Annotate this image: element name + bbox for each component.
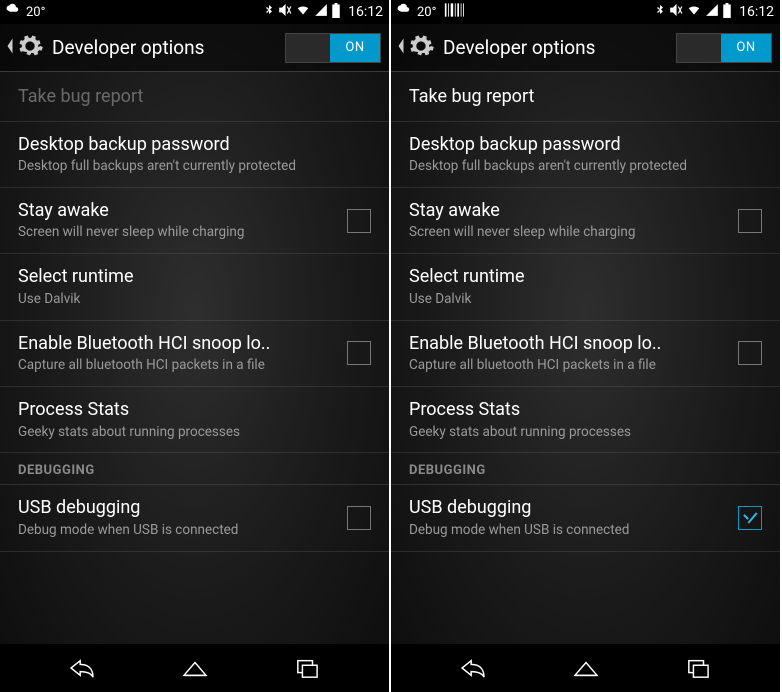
checkbox-usb-debugging[interactable] — [738, 506, 762, 530]
settings-gear-icon[interactable] — [407, 32, 435, 64]
temperature: 20° — [26, 5, 45, 20]
item-subtitle: Geeky stats about running processes — [18, 424, 371, 441]
item-title: Enable Bluetooth HCI snoop lo.. — [409, 333, 728, 356]
item-usb-debugging[interactable]: USB debugging Debug mode when USB is con… — [391, 485, 780, 551]
weather-icon — [6, 3, 20, 21]
item-process-stats[interactable]: Process Stats Geeky stats about running … — [0, 387, 389, 453]
back-icon[interactable] — [4, 36, 16, 60]
item-stay-awake[interactable]: Stay awake Screen will never sleep while… — [0, 188, 389, 254]
item-subtitle: Capture all bluetooth HCI packets in a f… — [18, 357, 337, 374]
item-subtitle: Capture all bluetooth HCI packets in a f… — [409, 357, 728, 374]
item-subtitle: Screen will never sleep while charging — [409, 224, 728, 241]
settings-list[interactable]: Take bug report Desktop backup password … — [0, 72, 389, 644]
weather-icon — [397, 3, 411, 21]
section-header-debugging: DEBUGGING — [391, 453, 780, 485]
nav-recents-button[interactable] — [277, 657, 337, 679]
item-take-bug-report[interactable]: Take bug report — [391, 74, 780, 122]
checkbox-bt-snoop[interactable] — [738, 341, 762, 365]
clock: 16:12 — [348, 4, 383, 20]
item-stay-awake[interactable]: Stay awake Screen will never sleep while… — [391, 188, 780, 254]
item-process-stats[interactable]: Process Stats Geeky stats about running … — [391, 387, 780, 453]
navigation-bar — [391, 644, 780, 692]
item-title: Desktop backup password — [409, 134, 762, 157]
checkbox-stay-awake[interactable] — [738, 209, 762, 233]
barcode-icon — [444, 3, 464, 21]
nav-back-button[interactable] — [443, 657, 503, 679]
master-toggle[interactable]: ON — [285, 33, 381, 63]
action-bar: Developer options ON — [391, 24, 780, 72]
battery-icon — [331, 3, 341, 22]
item-bluetooth-hci-snoop[interactable]: Enable Bluetooth HCI snoop lo.. Capture … — [391, 321, 780, 387]
settings-list[interactable]: Take bug report Desktop backup password … — [391, 72, 780, 644]
back-icon[interactable] — [395, 36, 407, 60]
item-title: Stay awake — [409, 200, 728, 223]
master-toggle[interactable]: ON — [676, 33, 772, 63]
settings-gear-icon[interactable] — [16, 32, 44, 64]
bluetooth-icon — [654, 3, 666, 21]
battery-icon — [722, 3, 732, 22]
item-title: USB debugging — [18, 497, 337, 520]
item-subtitle: Screen will never sleep while charging — [18, 224, 337, 241]
navigation-bar — [0, 644, 389, 692]
phone-right: 20° 16:12 Developer options ON Take bu — [391, 0, 780, 692]
item-select-runtime[interactable]: Select runtime Use Dalvik — [391, 254, 780, 320]
item-title: Process Stats — [409, 399, 762, 422]
section-header-debugging: DEBUGGING — [0, 453, 389, 485]
checkbox-usb-debugging[interactable] — [347, 506, 371, 530]
action-bar: Developer options ON — [0, 24, 389, 72]
item-title: Enable Bluetooth HCI snoop lo.. — [18, 333, 337, 356]
signal-icon — [705, 3, 719, 21]
item-title: Select runtime — [18, 266, 371, 289]
item-bluetooth-hci-snoop[interactable]: Enable Bluetooth HCI snoop lo.. Capture … — [0, 321, 389, 387]
toggle-on-label: ON — [330, 34, 380, 62]
item-subtitle: Use Dalvik — [18, 291, 371, 308]
item-subtitle: Desktop full backups aren't currently pr… — [409, 158, 762, 175]
wifi-icon — [295, 3, 311, 21]
status-bar: 20° 16:12 — [0, 0, 389, 24]
nav-recents-button[interactable] — [668, 657, 728, 679]
phone-left: 20° 16:12 Developer options ON Take bug … — [0, 0, 389, 692]
item-title: Process Stats — [18, 399, 371, 422]
item-subtitle: Use Dalvik — [409, 291, 762, 308]
bluetooth-icon — [263, 3, 275, 21]
signal-icon — [314, 3, 328, 21]
screenshot-pair: 20° 16:12 Developer options ON Take bug … — [0, 0, 782, 692]
item-select-runtime[interactable]: Select runtime Use Dalvik — [0, 254, 389, 320]
item-title: Select runtime — [409, 266, 762, 289]
item-subtitle: Debug mode when USB is connected — [18, 522, 337, 539]
checkbox-bt-snoop[interactable] — [347, 341, 371, 365]
checkbox-stay-awake[interactable] — [347, 209, 371, 233]
item-title: Stay awake — [18, 200, 337, 223]
mute-icon — [278, 3, 292, 21]
nav-home-button[interactable] — [165, 657, 225, 679]
item-subtitle: Desktop full backups aren't currently pr… — [18, 158, 371, 175]
temperature: 20° — [417, 5, 436, 20]
mute-icon — [669, 3, 683, 21]
toggle-on-label: ON — [721, 34, 771, 62]
status-bar: 20° 16:12 — [391, 0, 780, 24]
nav-back-button[interactable] — [52, 657, 112, 679]
item-usb-debugging[interactable]: USB debugging Debug mode when USB is con… — [0, 485, 389, 551]
item-title: Take bug report — [18, 86, 371, 109]
status-left: 20° — [6, 3, 45, 21]
item-title: Take bug report — [409, 86, 762, 109]
item-desktop-backup-password[interactable]: Desktop backup password Desktop full bac… — [391, 122, 780, 188]
item-take-bug-report[interactable]: Take bug report — [0, 74, 389, 122]
item-subtitle: Debug mode when USB is connected — [409, 522, 728, 539]
nav-home-button[interactable] — [556, 657, 616, 679]
page-title: Developer options — [52, 36, 285, 59]
item-title: USB debugging — [409, 497, 728, 520]
wifi-icon — [686, 3, 702, 21]
item-subtitle: Geeky stats about running processes — [409, 424, 762, 441]
status-right: 16:12 — [263, 3, 383, 22]
status-right: 16:12 — [654, 3, 774, 22]
item-title: Desktop backup password — [18, 134, 371, 157]
page-title: Developer options — [443, 36, 676, 59]
item-desktop-backup-password[interactable]: Desktop backup password Desktop full bac… — [0, 122, 389, 188]
status-left: 20° — [397, 3, 464, 21]
clock: 16:12 — [739, 4, 774, 20]
